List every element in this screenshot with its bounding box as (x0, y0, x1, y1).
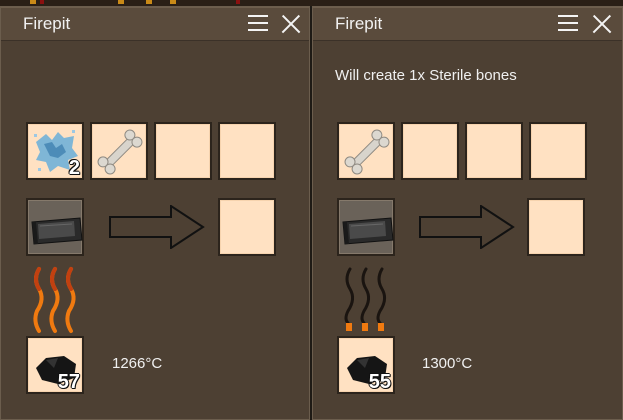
arrow-icon (109, 205, 205, 249)
input-slot-3[interactable] (465, 122, 523, 180)
flame-icon (33, 267, 76, 333)
cooking-pot-icon (31, 217, 83, 245)
input-slot-2[interactable] (90, 122, 148, 180)
firepit-window-2: Firepit Will create 1x Sterile bones 55 … (312, 6, 623, 420)
titlebar[interactable]: Firepit (313, 7, 622, 41)
menu-icon[interactable] (557, 13, 579, 33)
window-title: Firepit (335, 14, 383, 33)
titlebar[interactable]: Firepit (1, 7, 309, 41)
firepit-window-1: Firepit 2 57 1266°C (0, 6, 310, 420)
bone-icon (344, 129, 390, 175)
item-quantity: 55 (368, 371, 391, 393)
fuel-slot[interactable]: 55 (337, 336, 395, 394)
item-quantity: 57 (57, 371, 80, 393)
input-slot-3[interactable] (154, 122, 212, 180)
output-slot[interactable] (527, 198, 585, 256)
output-slot[interactable] (218, 198, 276, 256)
menu-icon[interactable] (247, 13, 269, 33)
fuel-slot[interactable]: 57 (26, 336, 84, 394)
window-title: Firepit (23, 14, 71, 33)
tool-slot[interactable] (26, 198, 84, 256)
temperature-readout: 1300°C (422, 355, 473, 372)
close-icon[interactable] (591, 13, 613, 35)
temperature-readout: 1266°C (112, 355, 163, 372)
arrow-icon (419, 205, 515, 249)
input-slot-4[interactable] (529, 122, 587, 180)
input-slot-1[interactable] (337, 122, 395, 180)
smoke-icon (344, 267, 387, 331)
tool-slot[interactable] (337, 198, 395, 256)
close-icon[interactable] (280, 13, 302, 35)
cooking-pot-icon (342, 217, 394, 245)
input-slot-1[interactable]: 2 (26, 122, 84, 180)
recipe-info-text: Will create 1x Sterile bones (335, 67, 517, 84)
input-slot-4[interactable] (218, 122, 276, 180)
item-quantity: 2 (68, 157, 80, 179)
bone-icon (97, 129, 143, 175)
input-slot-2[interactable] (401, 122, 459, 180)
